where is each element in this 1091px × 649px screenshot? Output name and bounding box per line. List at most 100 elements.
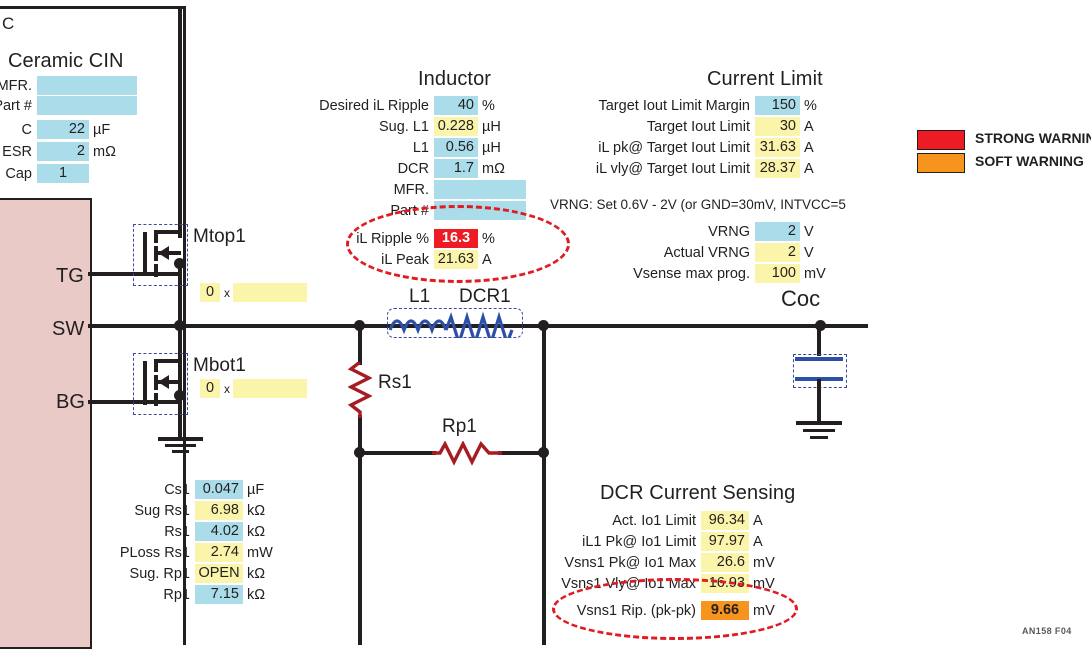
- row-label: MFR.: [393, 181, 429, 198]
- wire-out-down-continue: [542, 451, 546, 645]
- mbot1-part[interactable]: [233, 379, 307, 398]
- row-value[interactable]: 7.15: [195, 585, 243, 604]
- mtop1-gate-bar: [143, 232, 147, 276]
- field-row: Sug. Rp1 OPEN kΩ: [105, 564, 265, 583]
- field-row: L1 0.56 µH: [300, 138, 501, 157]
- ic-pin-label-tg: TG: [56, 265, 84, 287]
- row-value[interactable]: [37, 76, 137, 95]
- component-label-coc: Coc: [781, 286, 821, 311]
- row-label: iL vly@ Target Iout Limit: [595, 160, 750, 177]
- mtop1-count[interactable]: 0: [200, 283, 220, 302]
- wire-vin-vertical: [178, 6, 182, 238]
- gnd-bar-2a: [796, 421, 842, 425]
- page-frame-top: [0, 6, 186, 9]
- node-sw: [174, 320, 185, 331]
- row-label: Rp1: [163, 586, 190, 603]
- row-label: Actual VRNG: [663, 244, 750, 261]
- wire-coc-bottom: [817, 379, 821, 422]
- mtop1-body-arrow: [158, 246, 169, 260]
- row-value[interactable]: 96.34: [701, 511, 749, 530]
- field-row: C 22 µF: [0, 120, 110, 139]
- row-value[interactable]: 0.56: [434, 138, 478, 157]
- wire-rp1-left: [358, 451, 436, 455]
- gnd-bar-2c: [810, 436, 828, 439]
- row-value[interactable]: OPEN: [195, 564, 243, 583]
- row-label: Act. Io1 Limit: [612, 512, 696, 529]
- mbot1-gate-bar: [143, 361, 147, 405]
- row-label: Cap: [5, 165, 32, 182]
- row-value[interactable]: 0.228: [434, 117, 478, 136]
- row-unit: mΩ: [93, 143, 116, 160]
- row-label: Vsense max prog.: [633, 265, 750, 282]
- field-row: Part #: [0, 96, 141, 115]
- row-value[interactable]: 97.97: [701, 532, 749, 551]
- row-value[interactable]: 100: [755, 264, 800, 283]
- row-unit: %: [482, 97, 495, 114]
- field-row: Sug Rs1 6.98 kΩ: [105, 501, 265, 520]
- row-value[interactable]: 0.047: [195, 480, 243, 499]
- dcr-sensing-panel-title: DCR Current Sensing: [600, 482, 796, 504]
- wire-out-vertical: [542, 324, 546, 452]
- row-value[interactable]: 1: [37, 164, 89, 183]
- vrng-note-clip: VRNG: Set 0.6V - 2V (or GND=30mV, INTVCC…: [550, 197, 868, 217]
- gnd-bar-1a: [158, 437, 203, 441]
- row-unit: mΩ: [482, 160, 505, 177]
- row-unit: mV: [804, 265, 826, 282]
- row-value[interactable]: 28.37: [755, 159, 800, 178]
- row-value[interactable]: 2.74: [195, 543, 243, 562]
- row-label: iL pk@ Target Iout Limit: [598, 139, 750, 156]
- row-unit: A: [753, 512, 763, 529]
- field-row: iL pk@ Target Iout Limit 31.63 A: [548, 138, 814, 157]
- row-unit: kΩ: [247, 502, 266, 519]
- row-unit: A: [753, 533, 763, 550]
- mbot1-count[interactable]: 0: [200, 379, 220, 398]
- row-value[interactable]: 22: [37, 120, 89, 139]
- wire-coc-top: [817, 324, 821, 356]
- row-value[interactable]: 150: [755, 96, 800, 115]
- rp1-resistor-symbol: [432, 441, 502, 466]
- field-row: ESR 2 mΩ: [0, 142, 116, 161]
- row-value[interactable]: 1.7: [434, 159, 478, 178]
- gnd-bar-2b: [803, 429, 835, 432]
- field-row: Vsns1 Pk@ Io1 Max 26.6 mV: [556, 553, 775, 572]
- row-unit: µF: [93, 121, 111, 138]
- row-value[interactable]: [37, 96, 137, 115]
- row-label: L1: [412, 139, 429, 156]
- row-label: Cs1: [164, 481, 190, 498]
- field-row: Sug. L1 0.228 µH: [300, 117, 501, 136]
- row-value[interactable]: 2: [755, 222, 800, 241]
- field-row: Rs1 4.02 kΩ: [105, 522, 265, 541]
- mbot1-multiply-symbol: x: [224, 381, 230, 396]
- row-value[interactable]: 4.02: [195, 522, 243, 541]
- warning-highlight-ellipse-dcr: [552, 578, 798, 640]
- row-unit: µF: [247, 481, 265, 498]
- row-value[interactable]: 2: [755, 243, 800, 262]
- row-unit: µH: [482, 118, 501, 135]
- figure-credit: AN158 F04: [1022, 626, 1072, 636]
- row-label: PLoss Rs1: [119, 544, 190, 561]
- row-value[interactable]: 40: [434, 96, 478, 115]
- legend-label-soft-warning: SOFT WARNING: [975, 153, 1084, 169]
- row-label: C: [21, 121, 32, 138]
- wire-rs1-bottom: [358, 415, 362, 452]
- row-unit: kΩ: [247, 586, 266, 603]
- field-row: iL vly@ Target Iout Limit 28.37 A: [548, 159, 814, 178]
- field-row: DCR 1.7 mΩ: [300, 159, 505, 178]
- row-value[interactable]: [434, 180, 526, 199]
- row-unit: mW: [247, 544, 273, 561]
- mtop1-part[interactable]: [233, 283, 307, 302]
- gnd-bar-1b: [165, 444, 196, 447]
- row-unit: A: [804, 139, 814, 156]
- mbot1-source-lead: [157, 400, 181, 404]
- row-value[interactable]: 26.6: [701, 553, 749, 572]
- row-value[interactable]: 30: [755, 117, 800, 136]
- row-value[interactable]: 31.63: [755, 138, 800, 157]
- row-label: iL1 Pk@ Io1 Limit: [582, 533, 696, 550]
- row-value[interactable]: 2: [37, 142, 89, 161]
- row-value[interactable]: 6.98: [195, 501, 243, 520]
- field-row: Cap 1: [0, 164, 93, 183]
- warning-highlight-ellipse-inductor: [346, 205, 570, 283]
- field-row: Vsense max prog. 100 mV: [548, 264, 826, 283]
- ic-pin-label-bg: BG: [56, 391, 85, 413]
- mtop1-drain-lead: [157, 230, 181, 234]
